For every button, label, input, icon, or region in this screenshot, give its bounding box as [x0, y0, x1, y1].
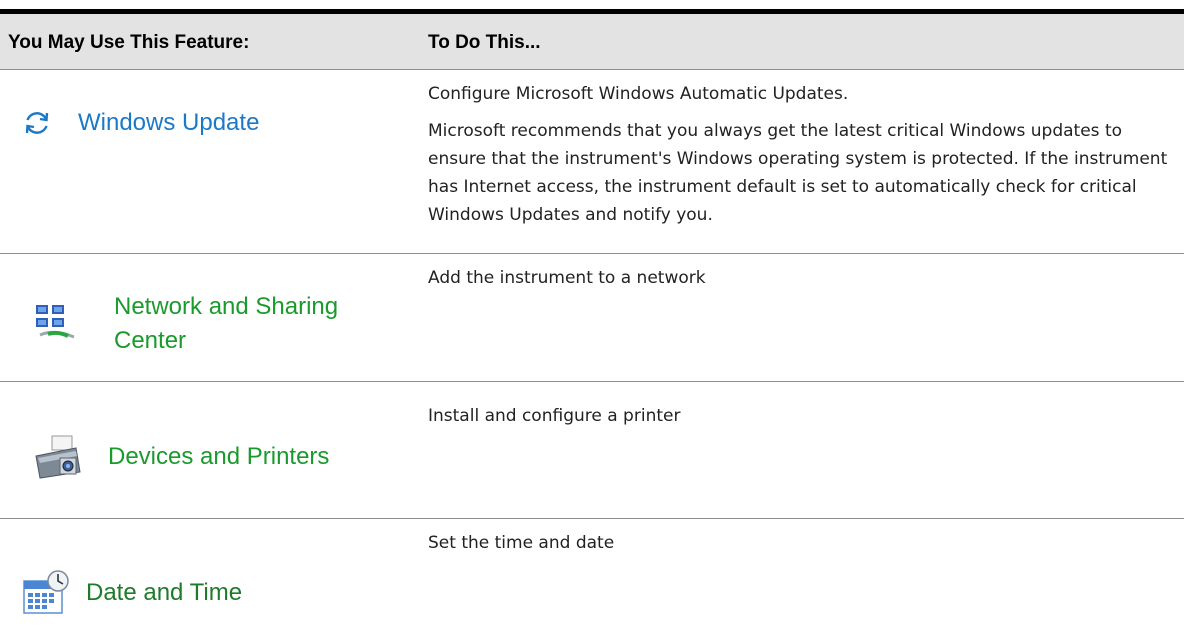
- table-header: You May Use This Feature: To Do This...: [0, 14, 1184, 70]
- date-time-link[interactable]: Date and Time: [22, 569, 242, 617]
- table-row-date-time: Date and Time Set the time and date: [0, 519, 1184, 641]
- refresh-icon: [25, 112, 49, 134]
- description-line: Set the time and date: [428, 533, 615, 553]
- description-line: Add the instrument to a network: [428, 268, 706, 288]
- printers-description: Install and configure a printer: [428, 402, 1168, 439]
- network-description: Add the instrument to a network: [428, 264, 1168, 301]
- header-action: To Do This...: [428, 32, 541, 53]
- network-sharing-label: Network and Sharing Center: [114, 290, 338, 358]
- network-label-line: Center: [114, 327, 187, 354]
- devices-printers-link[interactable]: Devices and Printers: [32, 434, 329, 480]
- description-line: Install and configure a printer: [428, 406, 681, 426]
- table-row-printers: Devices and Printers Install and configu…: [0, 382, 1184, 519]
- date-time-description: Set the time and date: [428, 529, 1168, 566]
- windows-update-link[interactable]: Windows Update: [22, 106, 259, 140]
- table-row-network: Network and Sharing Center Add the instr…: [0, 254, 1184, 382]
- description-line: Configure Microsoft Windows Automatic Up…: [428, 84, 849, 104]
- windows-update-description: Configure Microsoft Windows Automatic Up…: [428, 80, 1168, 238]
- network-icon: [36, 305, 75, 339]
- network-label-line: Network and Sharing: [114, 293, 339, 320]
- calendar-clock-icon: [23, 570, 69, 614]
- date-time-label: Date and Time: [86, 579, 243, 606]
- table-row-windows-update: Windows Update Configure Microsoft Windo…: [0, 70, 1184, 254]
- printer-icon: [35, 435, 81, 479]
- windows-update-label: Windows Update: [78, 109, 260, 136]
- description-paragraph: Microsoft recommends that you always get…: [428, 121, 1168, 225]
- header-feature: You May Use This Feature:: [8, 32, 250, 53]
- devices-printers-label: Devices and Printers: [108, 443, 330, 470]
- network-sharing-link[interactable]: Network and Sharing Center: [34, 290, 338, 358]
